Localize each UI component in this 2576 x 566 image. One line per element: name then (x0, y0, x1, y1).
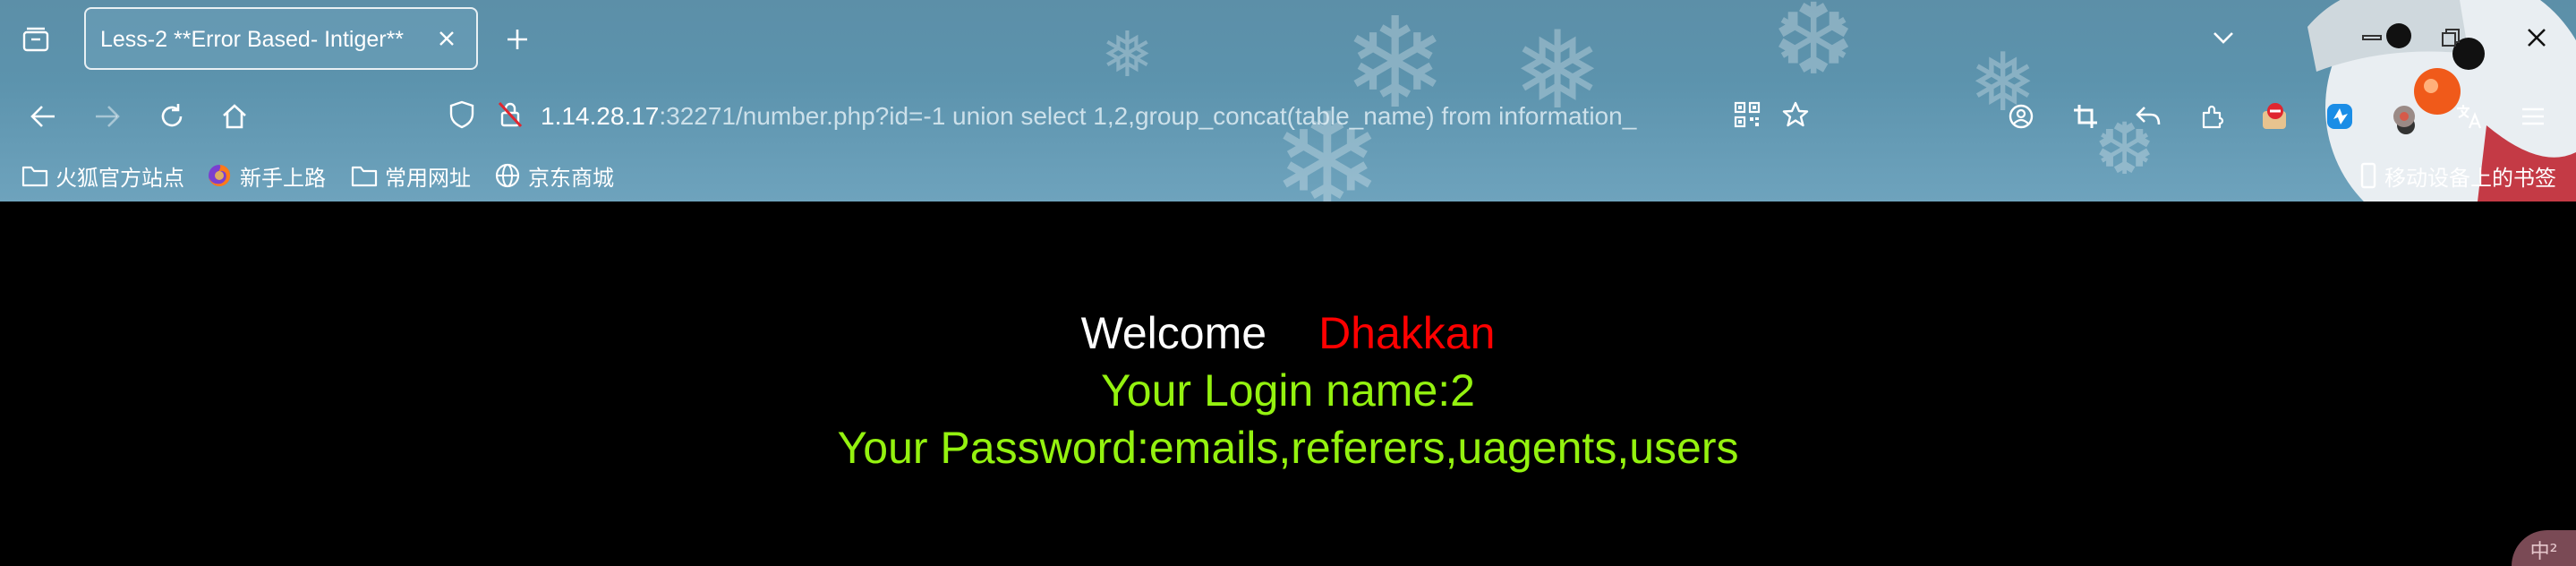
account-icon (2009, 104, 2034, 129)
globe-icon (495, 163, 520, 188)
extension-adblock-button[interactable] (2254, 95, 2297, 138)
crop-icon (2074, 105, 2097, 128)
welcome-line: Welcome Dhakkan (0, 307, 2576, 359)
tracking-protection-button[interactable] (440, 93, 483, 136)
plus-icon (508, 30, 527, 49)
tab-title: Less-2 **Error Based- Intiger** (100, 27, 405, 52)
folder-icon (21, 166, 48, 187)
restore-button[interactable] (2431, 20, 2470, 56)
welcome-text: Welcome (1080, 308, 1267, 358)
browser-chrome: ❄ ❅ ❆ ❄ ❅ ❆ ❅ Less-2 **Error Based- Inti… (0, 0, 2576, 202)
reload-icon (161, 104, 183, 127)
arrow-left-icon (30, 106, 55, 127)
tab-overflow-button[interactable] (2204, 20, 2243, 56)
close-icon (2528, 29, 2546, 47)
minimize-icon (2362, 35, 2382, 40)
login-name-line: Your Login name:2 (1101, 365, 1475, 416)
bookmark-folder[interactable]: 常用网址 (351, 159, 471, 192)
insecure-lock-icon (498, 101, 523, 128)
reply-arrow-icon (2136, 107, 2161, 125)
url-text[interactable]: 1.14.28.17:32271/number.php?id=-1 union … (541, 102, 1695, 131)
reload-button[interactable] (150, 95, 193, 138)
shield-icon (449, 100, 474, 129)
bookmark-label: 火狐官方站点 (55, 165, 184, 191)
qr-code-icon (1734, 101, 1761, 128)
navigation-toolbar: 1.14.28.17:32271/number.php?id=-1 union … (0, 82, 2576, 149)
folder-icon (351, 166, 378, 187)
minimize-button[interactable] (2352, 20, 2392, 56)
active-tab[interactable]: Less-2 **Error Based- Intiger** (84, 7, 478, 70)
password-line: Your Password:emails,referers,uagents,us… (837, 423, 1739, 473)
bookmark-link[interactable]: 京东商城 (494, 159, 614, 192)
bookmark-label: 京东商城 (528, 165, 614, 191)
address-bar[interactable]: 1.14.28.17:32271/number.php?id=-1 union … (431, 88, 1828, 143)
blue-extension-icon (2327, 104, 2352, 129)
extension-tools-button[interactable] (2383, 95, 2426, 138)
forward-button[interactable] (86, 95, 129, 138)
chevron-down-icon (2213, 32, 2233, 44)
url-path: :32271/number.php?id=-1 union select 1,2… (659, 102, 1637, 130)
home-icon (223, 104, 246, 129)
bookmark-link[interactable]: 新手上路 (206, 159, 326, 192)
firefox-icon (209, 164, 231, 186)
extensions-button[interactable] (2191, 95, 2234, 138)
tab-list-button[interactable] (16, 21, 55, 57)
mobile-device-icon (2360, 162, 2376, 189)
ime-indicator[interactable]: 中² (2512, 530, 2576, 566)
account-button[interactable] (2000, 95, 2043, 138)
close-icon (439, 31, 454, 46)
home-button[interactable] (213, 95, 256, 138)
app-menu-button[interactable] (2512, 95, 2555, 138)
screenshot-button[interactable] (2064, 95, 2107, 138)
undo-close-button[interactable] (2127, 95, 2170, 138)
new-tab-button[interactable] (499, 21, 535, 57)
translate-button[interactable] (2447, 95, 2490, 138)
restore-icon (2442, 29, 2460, 47)
bookmark-folder[interactable]: 火狐官方站点 (21, 159, 184, 192)
back-button[interactable] (21, 95, 64, 138)
translate-icon (2457, 105, 2482, 129)
puzzle-piece-icon (2202, 105, 2224, 129)
mobile-bookmarks-label: 移动设备上的书签 (2384, 165, 2556, 191)
extension-translate-button[interactable] (2318, 95, 2361, 138)
bookmark-star-button[interactable] (1774, 93, 1817, 136)
tab-list-icon (22, 27, 49, 52)
tab-strip: Less-2 **Error Based- Intiger** (0, 0, 2576, 75)
star-icon (1782, 101, 1809, 127)
mobile-bookmarks-folder[interactable]: 移动设备上的书签 (2359, 159, 2556, 192)
qr-code-button[interactable] (1726, 93, 1769, 136)
bookmarks-toolbar: 火狐官方站点 新手上路 常用网址 京东商城 移动设备上的书签 (0, 156, 2576, 195)
tab-close-button[interactable] (433, 25, 460, 52)
arrow-right-icon (96, 106, 120, 127)
tools-extension-icon (2393, 106, 2415, 127)
page-content: Welcome Dhakkan Your Login name:2 Your Pa… (0, 202, 2576, 566)
bookmark-label: 常用网址 (385, 165, 471, 191)
site-info-button[interactable] (489, 93, 532, 136)
user-name: Dhakkan (1318, 308, 1496, 358)
url-host: 1.14.28.17 (541, 102, 660, 130)
close-window-button[interactable] (2517, 20, 2556, 56)
hamburger-menu-icon (2522, 107, 2544, 125)
bookmark-label: 新手上路 (240, 165, 326, 191)
stop-sign-extension-icon (2263, 103, 2286, 129)
